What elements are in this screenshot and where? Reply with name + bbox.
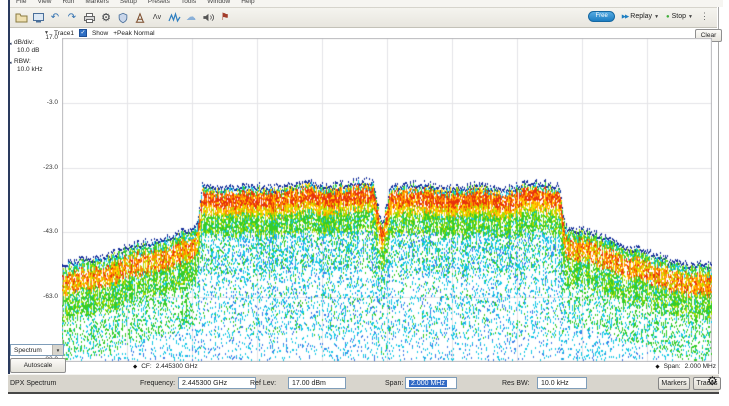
- stop-label: Stop: [672, 13, 686, 20]
- antenna-icon[interactable]: [132, 10, 148, 25]
- frequency-field[interactable]: 2.445300 GHz: [178, 377, 256, 389]
- replay-dropdown-icon[interactable]: ▼: [654, 14, 659, 20]
- menu-bar: File View Run Markers Setup Presets Tool…: [10, 0, 723, 7]
- acquisition-status-pill: Free: [588, 11, 614, 22]
- menu-item-setup[interactable]: Setup: [120, 0, 137, 7]
- res-bw-field[interactable]: 10.0 kHz: [537, 377, 587, 389]
- cloud-icon[interactable]: ☁: [183, 10, 199, 25]
- span-annot-value: 2.000 MHz: [685, 363, 716, 370]
- cf-label: CF:: [141, 363, 151, 370]
- menu-item-view[interactable]: View: [37, 0, 51, 7]
- y-tick-label: -43.0: [26, 228, 58, 235]
- db-per-div-value[interactable]: 10.0 dB: [17, 47, 39, 54]
- span-field[interactable]: 2.000 MHz: [405, 377, 457, 389]
- window-bottom-border: [8, 392, 719, 394]
- trace-detection-selector[interactable]: +Peak Normal: [113, 30, 154, 37]
- settings-gear-icon[interactable]: ⚙: [707, 374, 718, 388]
- rbw-value[interactable]: 10.0 kHz: [17, 66, 43, 73]
- open-folder-icon[interactable]: [13, 10, 29, 25]
- speaker-icon[interactable]: [200, 10, 216, 25]
- span-annot-label: Span:: [664, 363, 681, 370]
- dpx-bitmap-canvas[interactable]: [62, 38, 712, 362]
- collapse-arrow-icon[interactable]: ◂: [9, 41, 12, 47]
- measurement-mode-label: DPX Spectrum: [10, 380, 56, 387]
- menu-item-presets[interactable]: Presets: [148, 0, 170, 7]
- redo-icon[interactable]: ↷: [64, 10, 80, 25]
- toolbar: ↶ ↷ ⚙ Λv ☁ ⚑ Free ▶▶ Replay ▼ ● Stop ▼ ⋮: [10, 7, 717, 28]
- autoscale-button[interactable]: Autoscale: [10, 358, 66, 373]
- ref-level-field[interactable]: 17.00 dBm: [288, 377, 346, 389]
- replay-button[interactable]: ▶▶ Replay ▼: [622, 13, 659, 20]
- overflow-menu-icon[interactable]: ⋮: [700, 11, 709, 22]
- menu-item-window[interactable]: Window: [207, 0, 230, 7]
- waveform-icon[interactable]: [166, 10, 182, 25]
- flag-icon[interactable]: ⚑: [217, 10, 233, 25]
- stop-dropdown-icon[interactable]: ▼: [688, 14, 693, 20]
- markers-button[interactable]: Markers: [658, 377, 690, 390]
- ref-level-label: Ref Lev:: [250, 380, 276, 387]
- replay-label: Replay: [630, 13, 652, 20]
- menu-item-file[interactable]: File: [16, 0, 26, 7]
- span-annotation: ◆ Span: 2.000 MHz: [655, 363, 716, 370]
- settings-gear-icon[interactable]: ⚙: [98, 10, 114, 25]
- menu-item-run[interactable]: Run: [62, 0, 74, 7]
- window-left-border: [8, 0, 10, 393]
- frequency-label: Frequency:: [140, 380, 175, 387]
- center-frequency-annotation: ◆ CF: 2.445300 GHz: [133, 363, 198, 370]
- replay-icon: ▶▶: [622, 14, 628, 20]
- trace-settings-bar: ▼ Trace1 ✓ Show +Peak Normal: [44, 28, 155, 38]
- view-selector[interactable]: Spectrum ▼: [10, 344, 64, 356]
- run-control-cluster: Free ▶▶ Replay ▼ ● Stop ▼ ⋮: [588, 11, 709, 22]
- span-field-selected-text: 2.000 MHz: [409, 380, 447, 387]
- show-trace-checkbox[interactable]: ✓: [79, 29, 87, 37]
- span-marker-icon[interactable]: ◆: [655, 364, 659, 370]
- menu-item-tools[interactable]: Tools: [181, 0, 196, 7]
- cf-marker-icon[interactable]: ◆: [133, 364, 137, 370]
- collapse-arrow-icon[interactable]: ◂: [9, 60, 12, 66]
- print-icon[interactable]: [81, 10, 97, 25]
- res-bw-label: Res BW:: [502, 380, 530, 387]
- rbw-label: RBW:: [14, 58, 31, 65]
- shield-icon[interactable]: [115, 10, 131, 25]
- chevron-down-icon[interactable]: ▼: [52, 345, 63, 355]
- y-tick-label: 17.0: [26, 34, 58, 41]
- run-state-icon: ●: [666, 14, 670, 20]
- settings-bar: DPX Spectrum Frequency: 2.445300 GHz Ref…: [8, 374, 719, 392]
- stop-button[interactable]: ● Stop ▼: [666, 13, 693, 20]
- y-tick-label: -3.0: [26, 99, 58, 106]
- span-label: Span:: [385, 380, 403, 387]
- menu-item-markers[interactable]: Markers: [85, 0, 108, 7]
- menu-item-help[interactable]: Help: [241, 0, 254, 7]
- spectrum-analyzer-app: { "menu": { "items": ["File","View","Run…: [0, 0, 729, 406]
- cf-value: 2.445300 GHz: [156, 363, 198, 370]
- y-tick-label: -63.0: [26, 293, 58, 300]
- undo-icon[interactable]: ↶: [47, 10, 63, 25]
- save-icon[interactable]: [30, 10, 46, 25]
- markers-icon[interactable]: Λv: [149, 10, 165, 25]
- show-trace-label: Show: [92, 30, 108, 37]
- y-tick-label: -23.0: [26, 164, 58, 171]
- view-selector-value: Spectrum: [14, 347, 42, 354]
